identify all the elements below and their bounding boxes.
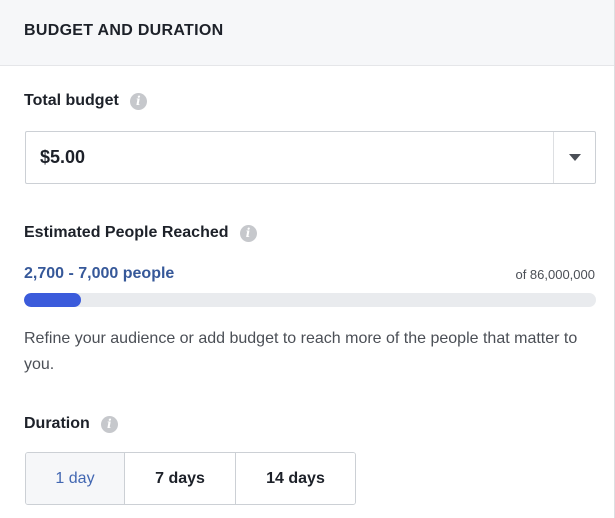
dropdown-arrow-button[interactable] [553,132,595,183]
budget-duration-panel: BUDGET AND DURATION Total budget i $5.00… [0,0,615,518]
info-icon[interactable]: i [100,415,118,433]
duration-option-1-day[interactable]: 1 day [26,453,124,504]
duration-option-14-days[interactable]: 14 days [235,453,355,504]
total-budget-label: Total budget [24,92,119,109]
chevron-down-icon [568,154,581,161]
reach-total: of 86,000,000 [515,267,595,282]
panel-header: BUDGET AND DURATION [0,0,614,66]
info-icon[interactable]: i [239,224,257,242]
info-icon[interactable]: i [129,92,147,110]
reach-progress-fill [24,293,82,307]
duration-option-7-days[interactable]: 7 days [124,453,235,504]
total-budget-select[interactable]: $5.00 [25,131,596,184]
panel-title: BUDGET AND DURATION [24,22,224,39]
reach-progress-bar [24,293,596,307]
reach-label-row: Estimated People Reached i [24,224,257,242]
estimated-reach-label: Estimated People Reached [24,224,229,241]
total-budget-label-row: Total budget i [24,92,147,110]
reach-range: 2,700 - 7,000 people [24,265,175,282]
budget-value: $5.00 [40,147,86,167]
duration-label-row: Duration i [24,415,118,433]
duration-label: Duration [24,415,90,432]
helper-text: Refine your audience or add budget to re… [24,330,578,373]
duration-selector: 1 day 7 days 14 days [25,452,356,505]
